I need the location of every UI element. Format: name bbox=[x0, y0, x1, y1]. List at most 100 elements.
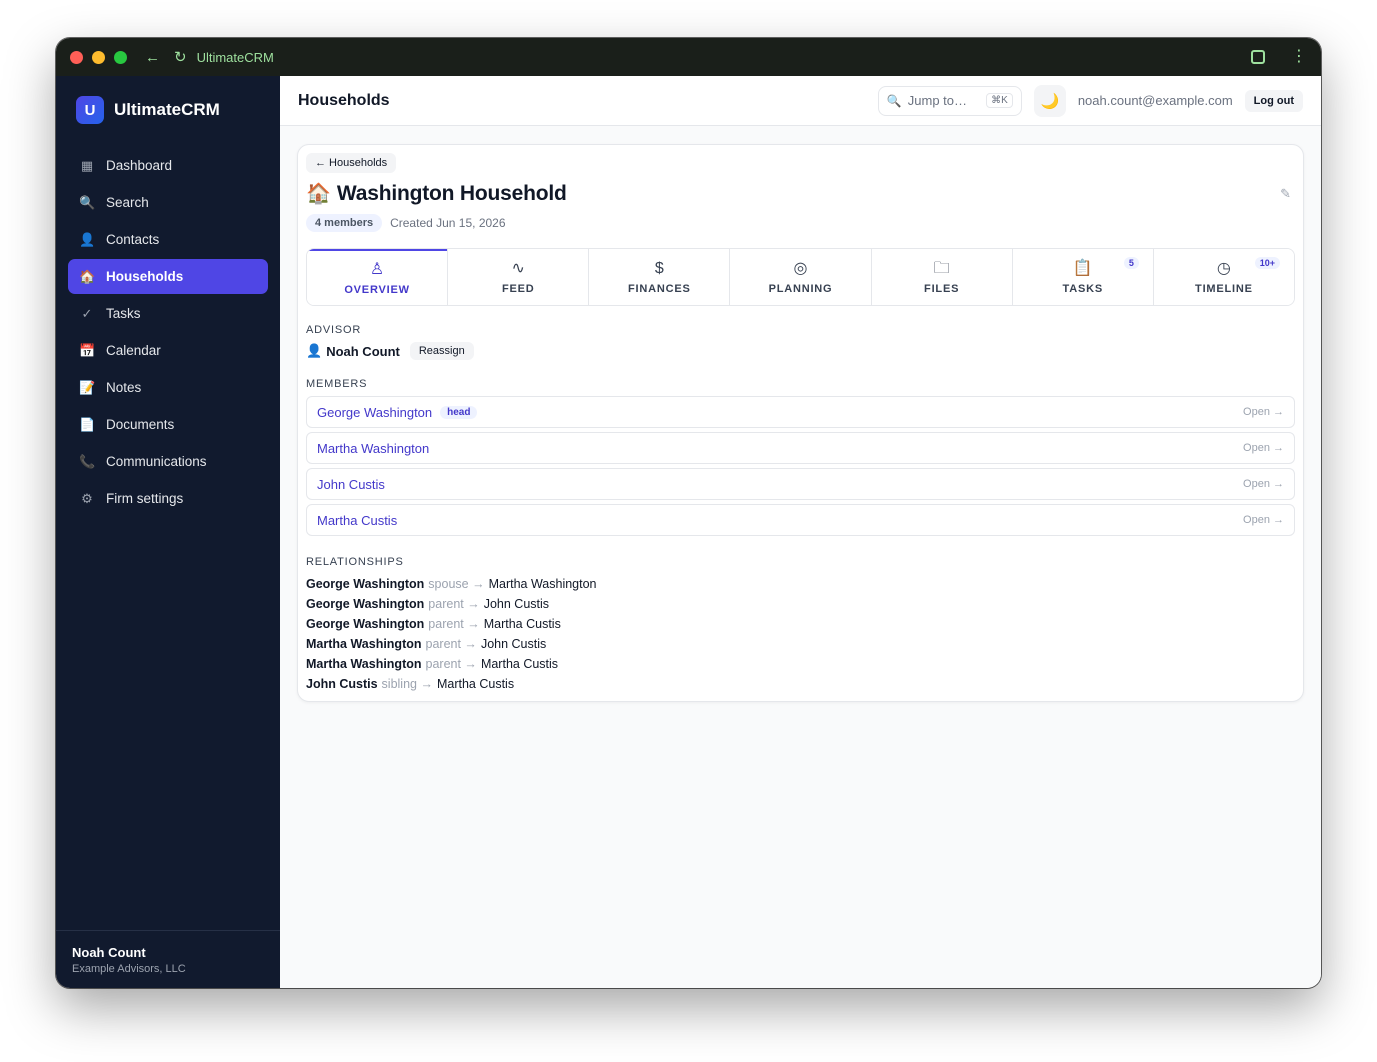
sidebar-user[interactable]: Noah Count Example Advisors, LLC bbox=[56, 930, 280, 988]
relationship-row: George Washington parent → John Custis bbox=[306, 594, 1295, 614]
member-name-link[interactable]: Martha Washington bbox=[317, 441, 429, 456]
tab-label: FINANCES bbox=[628, 283, 691, 295]
household-tabs: ♙ OVERVIEW ∿ FEED $ FINANCES ◎ PLANNING 🗀 FILES 📋 T… bbox=[306, 248, 1295, 306]
person-icon: 👤 bbox=[306, 343, 323, 358]
relationship-from: Martha Washington bbox=[306, 637, 422, 651]
sidebar-item-label: Notes bbox=[106, 380, 142, 395]
sidebar-item-notes[interactable]: 📝 Notes bbox=[68, 370, 268, 405]
close-window-button[interactable] bbox=[70, 50, 83, 64]
reload-icon[interactable]: ↻ bbox=[174, 50, 187, 65]
member-row[interactable]: Martha Washington Open → bbox=[306, 432, 1295, 464]
household-title: Washington Household bbox=[336, 181, 567, 205]
tab-tasks[interactable]: 📋 TASKS 5 bbox=[1011, 249, 1153, 305]
back-to-households-button[interactable]: ← Households bbox=[306, 153, 397, 173]
sidebar-item-search[interactable]: 🔍 Search bbox=[68, 185, 268, 220]
puzzle-icon[interactable] bbox=[1251, 50, 1265, 64]
sidebar: U UltimateCRM ▦ Dashboard 🔍 Search 👤 Contacts… bbox=[56, 76, 280, 988]
sidebar-item-tasks[interactable]: ✓ Tasks bbox=[68, 296, 268, 331]
relationship-from: John Custis bbox=[306, 677, 378, 691]
relationship-row: George Washington parent → Martha Custis bbox=[306, 614, 1295, 634]
tab-planning[interactable]: ◎ PLANNING bbox=[729, 249, 871, 305]
relationships-section-label: RELATIONSHIPS bbox=[306, 556, 404, 568]
relationship-row: John Custis sibling → Martha Custis bbox=[306, 674, 1295, 694]
relationship-type: parent → bbox=[428, 617, 480, 631]
relationship-type: spouse → bbox=[428, 577, 485, 591]
dollar-icon: $ bbox=[654, 260, 664, 277]
checkmark-icon: ✓ bbox=[81, 305, 93, 321]
relationship-row: Martha Washington parent → John Custis bbox=[306, 634, 1295, 654]
moon-icon[interactable]: 🌙 bbox=[1033, 84, 1066, 117]
tab-overview[interactable]: ♙ OVERVIEW bbox=[307, 249, 448, 305]
member-name-link[interactable]: Martha Custis bbox=[317, 513, 397, 528]
open-member-link[interactable]: Open → bbox=[1243, 406, 1284, 418]
open-member-link[interactable]: Open → bbox=[1243, 514, 1284, 526]
sidebar-item-dashboard[interactable]: ▦ Dashboard bbox=[68, 148, 268, 183]
relationship-row: Martha Washington parent → Martha Custis bbox=[306, 654, 1295, 674]
jump-to-search[interactable]: 🔍 Jump to… ⌘K bbox=[877, 85, 1022, 116]
search-icon: 🔍 bbox=[886, 93, 902, 108]
jump-shortcut: ⌘K bbox=[986, 93, 1013, 108]
document-icon: 📄 bbox=[79, 416, 96, 432]
relationship-type: parent → bbox=[428, 597, 480, 611]
sidebar-item-label: Households bbox=[106, 269, 184, 284]
tab-label: FILES bbox=[924, 283, 960, 295]
sidebar-item-communications[interactable]: 📞 Communications bbox=[68, 444, 268, 479]
relationship-row: George Washington spouse → Martha Washingt… bbox=[306, 574, 1295, 594]
sidebar-item-documents[interactable]: 📄 Documents bbox=[68, 407, 268, 442]
member-row[interactable]: George Washington head Open → bbox=[306, 396, 1295, 428]
tab-finances[interactable]: $ FINANCES bbox=[588, 249, 730, 305]
logout-button[interactable]: Log out bbox=[1244, 89, 1303, 112]
member-row[interactable]: Martha Custis Open → bbox=[306, 504, 1295, 536]
tab-timeline[interactable]: ◷ TIMELINE 10+ bbox=[1152, 249, 1294, 305]
maximize-window-button[interactable] bbox=[114, 50, 127, 64]
clock-icon: ◷ bbox=[1216, 260, 1231, 277]
tab-label: TASKS bbox=[1062, 283, 1103, 295]
browser-titlebar: ← ↻ UltimateCRM ⋮ bbox=[56, 38, 1321, 76]
grid-icon: ▦ bbox=[80, 157, 94, 173]
relationship-list: George Washington spouse → Martha Washingt… bbox=[306, 574, 1295, 694]
search-icon: 🔍 bbox=[79, 194, 96, 210]
sidebar-item-label: Calendar bbox=[106, 343, 161, 358]
created-date: Created Jun 15, 2026 bbox=[390, 216, 506, 230]
clipboard-icon: 📋 bbox=[1072, 260, 1093, 277]
brand[interactable]: U UltimateCRM bbox=[76, 96, 280, 124]
tab-count-badge: 10+ bbox=[1254, 257, 1280, 269]
tab-feed[interactable]: ∿ FEED bbox=[447, 249, 589, 305]
arrow-left-icon[interactable]: ← bbox=[145, 50, 160, 65]
open-member-link[interactable]: Open → bbox=[1243, 442, 1284, 454]
members-section-label: MEMBERS bbox=[306, 378, 368, 390]
sidebar-item-label: Search bbox=[106, 195, 149, 210]
folder-icon: 🗀 bbox=[933, 260, 950, 277]
member-name-link[interactable]: George Washington bbox=[317, 405, 432, 420]
sidebar-item-label: Communications bbox=[106, 454, 207, 469]
tab-label: TIMELINE bbox=[1195, 283, 1253, 295]
window-controls bbox=[70, 50, 127, 64]
relationship-type: parent → bbox=[425, 637, 477, 651]
jump-placeholder: Jump to… bbox=[907, 93, 968, 108]
notepad-icon: 📝 bbox=[79, 379, 96, 395]
more-vertical-icon[interactable]: ⋮ bbox=[1291, 49, 1307, 65]
open-member-link[interactable]: Open → bbox=[1243, 478, 1284, 490]
topbar: Households 🔍 Jump to… ⌘K 🌙 noah.count@ex… bbox=[280, 76, 1321, 126]
relationship-to: John Custis bbox=[483, 597, 550, 611]
person-icon: 👤 bbox=[79, 231, 96, 247]
sidebar-item-label: Firm settings bbox=[106, 491, 184, 506]
tab-label: FEED bbox=[501, 283, 535, 295]
sidebar-item-label: Contacts bbox=[106, 232, 160, 247]
sidebar-item-households[interactable]: 🏠 Households bbox=[68, 259, 268, 294]
pencil-icon[interactable]: ✎ bbox=[1280, 186, 1291, 202]
minimize-window-button[interactable] bbox=[92, 50, 105, 64]
tab-count-badge: 5 bbox=[1123, 257, 1139, 269]
tab-label: PLANNING bbox=[768, 283, 833, 295]
member-row[interactable]: John Custis Open → bbox=[306, 468, 1295, 500]
reassign-button[interactable]: Reassign bbox=[409, 342, 474, 360]
tab-files[interactable]: 🗀 FILES bbox=[870, 249, 1012, 305]
sidebar-item-contacts[interactable]: 👤 Contacts bbox=[68, 222, 268, 257]
brand-logo: U bbox=[76, 96, 104, 124]
sidebar-user-org: Example Advisors, LLC bbox=[72, 963, 186, 975]
household-card: ← Households 🏠 Washington Household ✎ 4 … bbox=[297, 144, 1304, 702]
app-window: ← ↻ UltimateCRM ⋮ U UltimateCRM ▦ Dashboa… bbox=[56, 38, 1321, 988]
sidebar-item-calendar[interactable]: 📅 Calendar bbox=[68, 333, 268, 368]
sidebar-item-firm-settings[interactable]: ⚙ Firm settings bbox=[68, 481, 268, 516]
member-name-link[interactable]: John Custis bbox=[317, 477, 385, 492]
